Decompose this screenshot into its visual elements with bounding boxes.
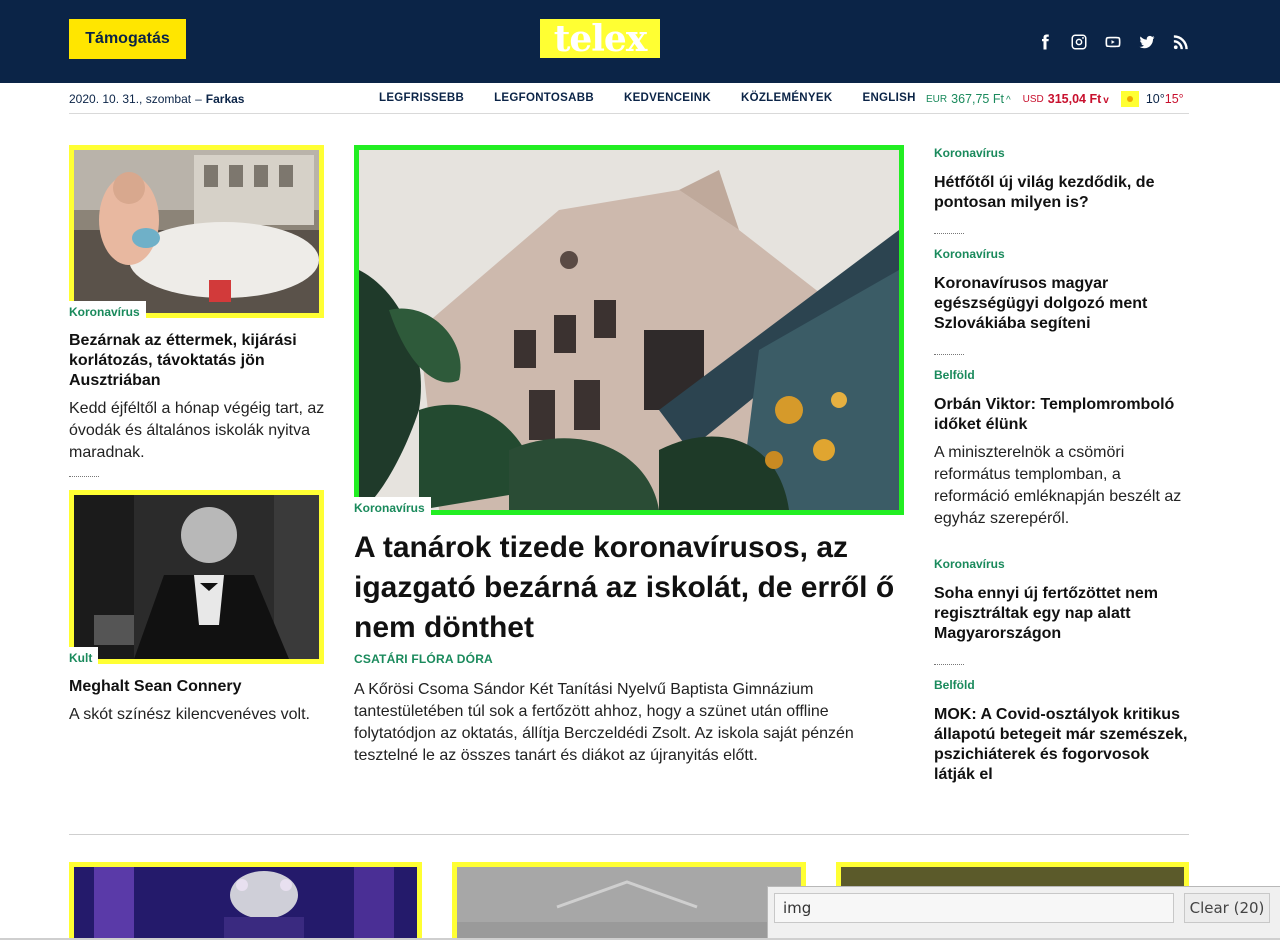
separator: [934, 233, 964, 234]
info-bar: 2020. 10. 31., szombat – Farkas LEGFRISSEB…: [69, 83, 1189, 114]
usd-label: USD: [1022, 93, 1044, 105]
exchange-weather: EUR 367,75 Ft ^ USD 315,04 Ft v 10° 15°: [926, 91, 1184, 107]
find-clear-button[interactable]: Clear (20): [1184, 893, 1270, 923]
eur-trend-up-icon: ^: [1005, 95, 1011, 106]
article-lead[interactable]: A skót színész kilencvenéves volt.: [69, 704, 329, 726]
article-title[interactable]: Soha ennyi új fertőzöttet nem regisztrál…: [934, 584, 1190, 644]
nameday: Farkas: [205, 92, 245, 106]
main-article-image[interactable]: [354, 145, 904, 515]
article-title[interactable]: Hétfőtől új világ kezdődik, de pontosan …: [934, 173, 1190, 213]
main-article-lead[interactable]: A Kőrösi Csoma Sándor Két Tanítási Nyelv…: [354, 679, 904, 767]
date-separator: –: [195, 92, 202, 106]
eur-label: EUR: [926, 93, 948, 105]
article-tag[interactable]: Koronavírus: [354, 497, 431, 517]
twitter-icon[interactable]: [1138, 33, 1156, 51]
main-article-title[interactable]: A tanárok tizede koronavírusos, az igazg…: [354, 528, 904, 648]
nav-item-english[interactable]: ENGLISH: [862, 92, 915, 104]
article-image-grey[interactable]: [452, 862, 806, 940]
eur-rate[interactable]: 367,75 Ft ^: [951, 92, 1011, 106]
article-tag[interactable]: Koronavírus: [69, 301, 146, 321]
date-nameday: 2020. 10. 31., szombat – Farkas: [69, 92, 244, 106]
article-title[interactable]: Meghalt Sean Connery: [69, 677, 324, 697]
nav-item-legfrissebb[interactable]: LEGFRISSEBB: [379, 92, 464, 104]
instagram-icon[interactable]: [1070, 33, 1088, 51]
separator: [934, 664, 964, 665]
usd-value: 315,04 Ft: [1047, 92, 1102, 106]
article-lead[interactable]: A miniszterelnök a csömöri református te…: [934, 442, 1190, 530]
eur-value: 367,75 Ft: [951, 92, 1004, 106]
article-title[interactable]: Bezárnak az éttermek, kijárási korlátozá…: [69, 331, 324, 391]
usd-rate[interactable]: 315,04 Ft v: [1048, 92, 1109, 106]
nav-item-legfontosabb[interactable]: LEGFONTOSABB: [494, 92, 594, 104]
support-button[interactable]: Támogatás: [69, 19, 186, 59]
top-header: Támogatás telex: [0, 0, 1280, 83]
article-tag[interactable]: Kult: [69, 647, 99, 667]
separator: [934, 354, 964, 355]
article-title[interactable]: MOK: A Covid-osztályok kritikus állapotú…: [934, 705, 1190, 785]
social-links: [1036, 33, 1190, 51]
nav-item-kozlemenyek[interactable]: KÖZLEMÉNYEK: [741, 92, 832, 104]
rss-icon[interactable]: [1172, 33, 1190, 51]
main-nav: LEGFRISSEBB LEGFONTOSABB KEDVENCEINK KÖZ…: [379, 92, 916, 104]
article-title[interactable]: Orbán Viktor: Templomromboló időket élün…: [934, 395, 1190, 435]
article-image-mannequin[interactable]: [69, 145, 324, 318]
article-author[interactable]: CSATÁRI FLÓRA DÓRA: [354, 652, 493, 666]
youtube-icon[interactable]: [1104, 33, 1122, 51]
article-tag[interactable]: Koronavírus: [934, 247, 1005, 261]
usd-trend-down-icon: v: [1103, 95, 1109, 106]
facebook-icon[interactable]: [1036, 33, 1054, 51]
article-lead[interactable]: Kedd éjféltől a hónap végéig tart, az óv…: [69, 398, 329, 464]
article-title[interactable]: Koronavírusos magyar egészségügyi dolgoz…: [934, 274, 1190, 334]
article-tag[interactable]: Koronavírus: [934, 557, 1005, 571]
telex-logo[interactable]: telex: [540, 19, 660, 58]
article-tag[interactable]: Belföld: [934, 368, 975, 382]
article-tag[interactable]: Koronavírus: [934, 146, 1005, 160]
current-date: 2020. 10. 31., szombat: [69, 92, 192, 106]
find-input[interactable]: img: [774, 893, 1174, 923]
article-tag[interactable]: Belföld: [934, 678, 975, 692]
temp-max[interactable]: 15°: [1165, 92, 1184, 106]
temp-min[interactable]: 10°: [1146, 92, 1165, 106]
article-image-sean-connery[interactable]: [69, 490, 324, 664]
separator: [69, 476, 99, 477]
sun-icon: [1120, 91, 1139, 107]
find-bar: img Clear (20): [767, 886, 1280, 940]
article-image-trophy[interactable]: [69, 862, 422, 940]
nav-item-kedvenceink[interactable]: KEDVENCEINK: [624, 92, 711, 104]
section-divider: [69, 834, 1189, 835]
